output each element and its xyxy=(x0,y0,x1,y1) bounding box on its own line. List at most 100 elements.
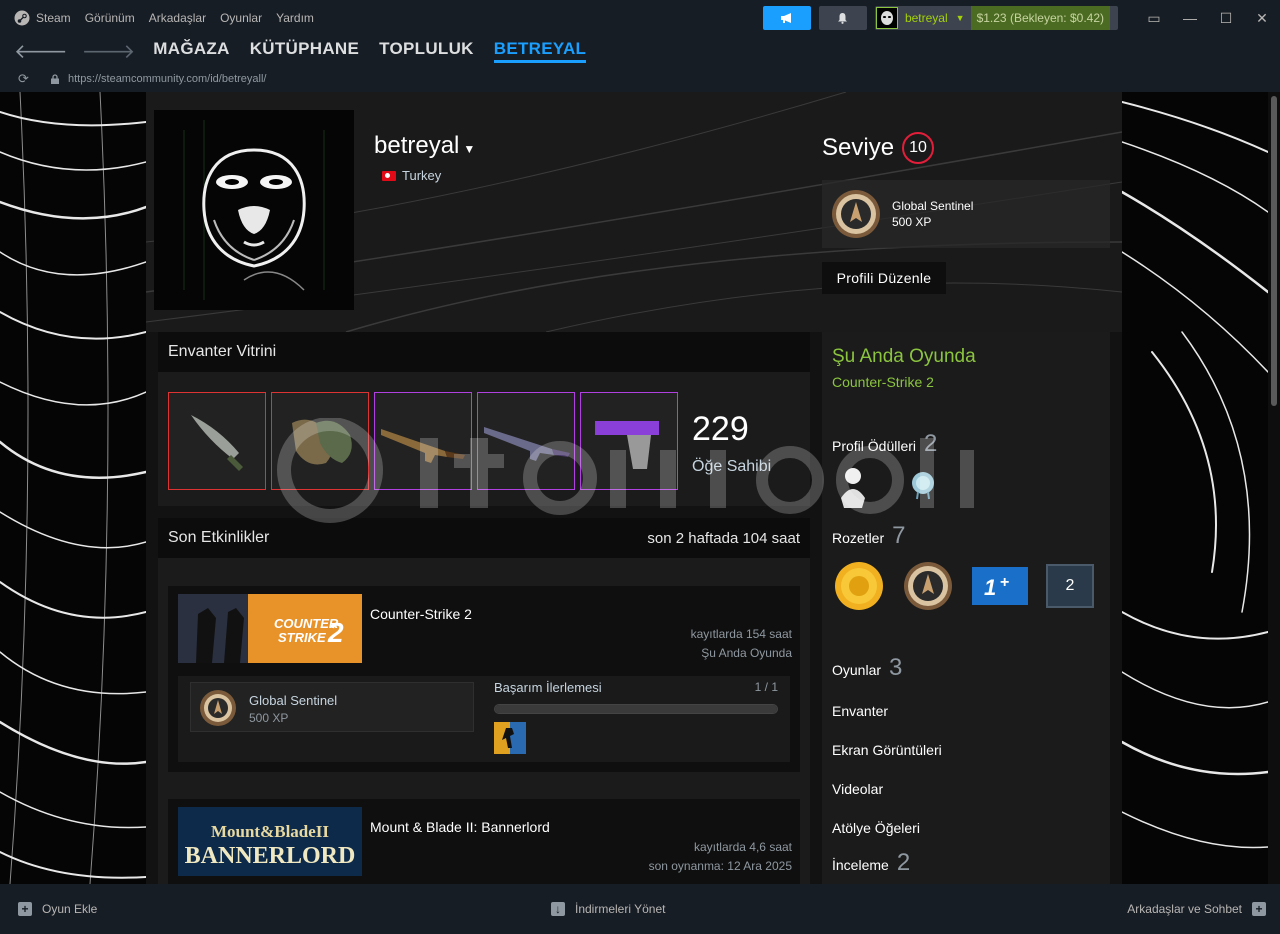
activity-header: Son Etkinlikler son 2 haftada 104 saat xyxy=(158,518,810,558)
window-controls: ▭ — ☐ ✕ xyxy=(1136,6,1280,30)
back-arrow-icon[interactable]: 🡐 xyxy=(14,39,68,64)
game-hours: kayıtlarda 154 saat xyxy=(690,627,792,641)
achievement-progress-bar xyxy=(494,704,778,714)
global-sentinel-badge-icon[interactable] xyxy=(902,560,954,612)
notifications-button[interactable] xyxy=(818,6,867,30)
badges-link[interactable]: Rozetler 7 xyxy=(832,522,906,550)
achievement-badge[interactable]: Global Sentinel 500 XP xyxy=(190,682,474,732)
account-menu[interactable]: betreyal ▼ $1.23 (Bekleyen: $0.42) xyxy=(874,6,1118,30)
workshop-label: Atölye Öğeleri xyxy=(832,820,920,836)
close-icon[interactable]: ✕ xyxy=(1244,6,1280,30)
screenshots-link[interactable]: Ekran Görüntüleri xyxy=(832,742,942,758)
game-name[interactable]: Counter-Strike 2 xyxy=(370,606,472,622)
activity-title: Son Etkinlikler xyxy=(168,529,270,546)
forward-arrow-icon[interactable]: 🡒 xyxy=(82,39,136,64)
cs-achievement-icon[interactable] xyxy=(494,722,526,754)
announcements-button[interactable] xyxy=(762,6,811,30)
item-count: 229 xyxy=(692,410,749,448)
scrollbar-thumb[interactable] xyxy=(1271,96,1277,406)
reviews-count: 2 xyxy=(896,849,911,876)
favorite-badge[interactable]: Global Sentinel 500 XP xyxy=(822,180,1110,248)
jellyfish-award-icon[interactable] xyxy=(908,470,938,500)
turkey-flag-icon xyxy=(382,170,396,181)
showcase-item-gloves[interactable] xyxy=(271,392,369,490)
bannerlord-capsule-image[interactable]: Mount&BladeII BANNERLORD xyxy=(178,807,362,876)
menu-item-help[interactable]: Yardım xyxy=(276,11,314,25)
achievement-progress-title: Başarım İlerlemesi xyxy=(494,680,602,695)
workshop-link[interactable]: Atölye Öğeleri xyxy=(832,820,920,836)
url-text[interactable]: https://steamcommunity.com/id/betreyall/ xyxy=(68,73,266,85)
svg-text:2: 2 xyxy=(327,617,344,648)
bust-award-icon[interactable] xyxy=(836,464,870,510)
left-column: Envanter Vitrini 229 Öğe Sahibi Son Etki… xyxy=(158,332,810,884)
global-sentinel-badge-icon xyxy=(200,690,236,726)
profile-name-text: betreyal xyxy=(374,132,460,159)
game-name[interactable]: Mount & Blade II: Bannerlord xyxy=(370,819,550,835)
mask-avatar-icon xyxy=(880,11,893,25)
showcase-item-pistol[interactable] xyxy=(580,392,678,490)
cs2-capsule-image[interactable]: COUNTER STRIKE 2 xyxy=(178,594,362,663)
manage-downloads-button[interactable]: ↓ İndirmeleri Yönet xyxy=(551,902,666,916)
menu-item-friends[interactable]: Arkadaşlar xyxy=(149,11,206,25)
games-count: 3 xyxy=(889,654,903,681)
chevron-down-icon: ▼ xyxy=(955,13,965,23)
tab-profile[interactable]: BETREYAL xyxy=(493,39,587,63)
mask-avatar-image xyxy=(154,110,354,310)
inventory-link[interactable]: Envanter xyxy=(832,703,888,719)
pistol-icon xyxy=(595,421,659,469)
videos-label: Videolar xyxy=(832,781,884,797)
level-badge-icon[interactable]: 2 xyxy=(1046,564,1094,608)
profile-awards-link[interactable]: Profil Ödülleri 2 xyxy=(832,430,937,458)
game-status: Şu Anda Oyunda xyxy=(701,646,792,660)
badges-label: Rozetler xyxy=(832,530,885,546)
reviews-link[interactable]: İnceleme 2 xyxy=(832,849,910,877)
tab-community[interactable]: TOPLULUK xyxy=(379,39,474,63)
inventory-showcase: Envanter Vitrini 229 Öğe Sahibi xyxy=(158,332,810,506)
level-label: Seviye xyxy=(822,134,895,161)
years-of-service-badge-icon[interactable]: 1 + xyxy=(972,567,1028,605)
achievement-count: 1 / 1 xyxy=(754,680,778,694)
country-text: Turkey xyxy=(402,168,442,183)
favorite-badge-name: Global Sentinel xyxy=(892,199,974,213)
global-sentinel-badge-icon xyxy=(832,190,880,238)
game-card-bannerlord: Mount&BladeII BANNERLORD Mount & Blade I… xyxy=(168,799,800,884)
reload-icon[interactable]: ⟳ xyxy=(18,71,36,87)
tab-store[interactable]: MAĞAZA xyxy=(153,39,229,63)
gold-coin-badge-icon[interactable] xyxy=(834,561,884,611)
right-column: Şu Anda Oyunda Counter-Strike 2 Profil Ö… xyxy=(822,332,1110,884)
caret-down-icon[interactable]: ▼ xyxy=(463,142,475,156)
maximize-icon[interactable]: ☐ xyxy=(1208,6,1244,30)
tab-library[interactable]: KÜTÜPHANE xyxy=(250,39,359,63)
svg-text:1: 1 xyxy=(984,575,996,600)
bell-icon xyxy=(838,13,848,24)
scrollbar[interactable] xyxy=(1268,92,1280,884)
level-badge[interactable]: 10 xyxy=(902,132,935,164)
megaphone-icon xyxy=(780,13,791,23)
achievement-box: Global Sentinel 500 XP Başarım İlerlemes… xyxy=(178,676,790,762)
badges-count: 7 xyxy=(892,522,906,549)
game-hours: kayıtlarda 4,6 saat xyxy=(693,840,792,854)
account-name: betreyal xyxy=(904,11,948,25)
menu-item-games[interactable]: Oyunlar xyxy=(220,11,262,25)
showcase-item-knife[interactable] xyxy=(168,392,266,490)
minimize-icon[interactable]: — xyxy=(1172,6,1208,30)
showcase-item-ak47[interactable] xyxy=(374,392,472,490)
games-link[interactable]: Oyunlar 3 xyxy=(832,654,902,682)
edit-profile-button[interactable]: Profili Düzenle xyxy=(822,262,946,294)
now-playing-game[interactable]: Counter-Strike 2 xyxy=(832,374,934,390)
showcase-items xyxy=(168,392,678,490)
account-avatar xyxy=(875,7,898,29)
achievement-badge-name: Global Sentinel xyxy=(249,693,338,708)
profile-avatar[interactable] xyxy=(154,110,354,310)
background-left xyxy=(0,92,146,884)
svg-text:BANNERLORD: BANNERLORD xyxy=(185,843,356,869)
menu-item-steam: Steam xyxy=(36,11,71,25)
showcase-item-rifle2[interactable] xyxy=(477,392,575,490)
menu-steam[interactable]: Steam xyxy=(14,10,71,26)
menu-item-view[interactable]: Görünüm xyxy=(85,11,135,25)
add-game-button[interactable]: + Oyun Ekle xyxy=(18,902,97,916)
profile-name[interactable]: betreyal ▼ xyxy=(374,132,475,160)
big-picture-icon[interactable]: ▭ xyxy=(1136,6,1172,30)
friends-chat-button[interactable]: Arkadaşlar ve Sohbet + xyxy=(1127,902,1266,916)
videos-link[interactable]: Videolar xyxy=(832,781,883,797)
